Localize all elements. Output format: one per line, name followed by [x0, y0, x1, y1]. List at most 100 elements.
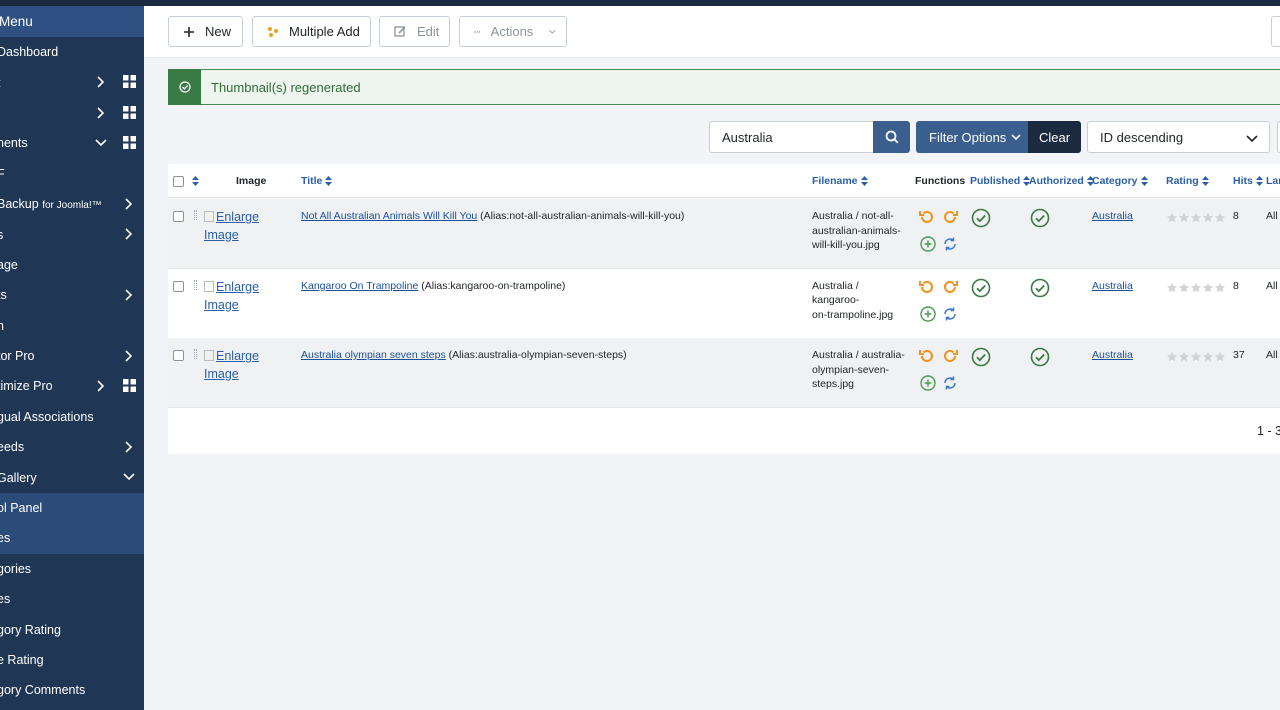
sidebar-item[interactable]: h — [0, 311, 144, 341]
sidebar-item[interactable]: Gallery — [0, 462, 144, 492]
regenerate-thumbnail-icon[interactable] — [941, 235, 959, 253]
regenerate-thumbnail-icon[interactable] — [941, 305, 959, 323]
chevron-right-icon[interactable] — [122, 288, 136, 302]
dashboard-grid-icon[interactable] — [123, 379, 136, 393]
authorized-check-icon[interactable] — [1030, 278, 1050, 298]
sidebar-item[interactable]: age — [0, 250, 144, 280]
sidebar-item[interactable]: gual Associations — [0, 402, 144, 432]
filename-line: Australia / not-all- — [812, 210, 894, 222]
image-title-link[interactable]: Not All Australian Animals Will Kill You — [301, 210, 477, 222]
ordering-sort-header[interactable] — [192, 164, 199, 198]
add-icon[interactable] — [919, 235, 937, 253]
dashboard-grid-icon[interactable] — [123, 136, 136, 150]
actions-button[interactable]: Actions — [459, 16, 567, 47]
search-button[interactable] — [873, 121, 910, 153]
authorized-check-icon[interactable] — [1030, 347, 1050, 367]
rotate-left-icon[interactable] — [918, 278, 936, 296]
sidebar-item[interactable]: es — [0, 584, 144, 614]
sidebar-item[interactable]: tor Pro — [0, 341, 144, 371]
chevron-down-icon[interactable] — [122, 470, 136, 484]
image-title-link[interactable]: Australia olympian seven steps — [301, 349, 446, 361]
drag-handle[interactable] — [194, 279, 197, 290]
chevron-down-icon[interactable] — [94, 136, 108, 150]
header-authorized[interactable]: Authorized — [1029, 164, 1094, 198]
rotate-left-icon[interactable] — [918, 208, 936, 226]
sidebar-menu-header[interactable]: Menu — [0, 6, 144, 37]
rotate-right-icon[interactable] — [941, 278, 959, 296]
sidebar-item[interactable]: eeds — [0, 432, 144, 462]
sidebar-item[interactable]: es — [0, 523, 144, 554]
sidebar-item-label: s — [0, 227, 4, 242]
row-checkbox[interactable] — [173, 280, 184, 292]
published-check-icon[interactable] — [971, 278, 991, 298]
sidebar-item[interactable]: Dashboard — [0, 37, 144, 67]
sidebar-item[interactable] — [0, 98, 144, 128]
enlarge-image-link[interactable]: Enlarge Image — [204, 278, 274, 314]
published-check-icon[interactable] — [971, 208, 991, 228]
star-icon — [1190, 282, 1202, 292]
sidebar-item[interactable]: ol Panel — [0, 492, 144, 524]
filename-line: olympian-seven- — [812, 363, 890, 376]
chevron-right-icon[interactable] — [94, 106, 108, 120]
chevron-right-icon[interactable] — [122, 349, 136, 363]
new-button[interactable]: New — [168, 16, 243, 47]
category-link[interactable]: Australia — [1092, 210, 1133, 222]
sidebar-item[interactable]: gory Rating — [0, 614, 144, 644]
enlarge-image-link[interactable]: Enlarge Image — [204, 208, 274, 244]
add-icon[interactable] — [919, 374, 937, 392]
chevron-right-icon[interactable] — [94, 379, 108, 393]
sidebar-item[interactable]: e Rating — [0, 645, 144, 675]
select-all-checkbox[interactable] — [173, 176, 184, 187]
header-published[interactable]: Published — [970, 164, 1031, 198]
edit-button[interactable]: Edit — [379, 16, 450, 47]
drag-handle[interactable] — [194, 210, 197, 220]
rating-stars — [1166, 351, 1226, 363]
rotate-right-icon[interactable] — [941, 208, 959, 226]
image-title-link[interactable]: Kangaroo On Trampoline — [301, 280, 418, 292]
sidebar-item[interactable]: Backup for Joomla!™ — [0, 189, 144, 219]
regenerate-thumbnail-icon[interactable] — [941, 374, 959, 392]
chevron-right-icon[interactable] — [122, 227, 136, 241]
dashboard-grid-icon[interactable] — [123, 75, 136, 89]
add-icon[interactable] — [919, 305, 937, 323]
sidebar-item-label: Backup for Joomla!™ — [0, 197, 102, 212]
header-filename[interactable]: Filename — [812, 164, 868, 198]
header-language[interactable]: Lan — [1266, 164, 1280, 198]
drag-handle[interactable] — [194, 349, 197, 359]
header-category[interactable]: Category — [1092, 164, 1148, 198]
sidebar-item[interactable]: gories — [0, 554, 144, 584]
sidebar-item[interactable]: F — [0, 159, 144, 189]
chevron-right-icon[interactable] — [122, 440, 136, 454]
enlarge-image-link[interactable]: Enlarge Image — [204, 347, 274, 383]
broken-image-icon — [204, 211, 214, 222]
sidebar-item-label: Gallery — [0, 470, 37, 485]
sidebar-item[interactable]: s — [0, 219, 144, 249]
chevron-right-icon[interactable] — [122, 197, 136, 211]
category-link[interactable]: Australia — [1092, 349, 1133, 361]
filter-options-button[interactable]: Filter Options — [916, 121, 1028, 153]
dashboard-grid-icon[interactable] — [123, 105, 136, 119]
sort-select-value: ID descending — [1100, 129, 1184, 145]
sidebar-item[interactable]: ts — [0, 280, 144, 310]
sidebar-item[interactable]: nents — [0, 128, 144, 158]
authorized-check-icon[interactable] — [1030, 208, 1050, 228]
new-button-label: New — [205, 24, 232, 39]
published-check-icon[interactable] — [971, 347, 991, 367]
row-checkbox[interactable] — [173, 211, 184, 222]
header-title[interactable]: Title — [301, 164, 333, 198]
rotate-right-icon[interactable] — [941, 347, 959, 365]
sidebar-item[interactable]: t — [0, 67, 144, 97]
category-link[interactable]: Australia — [1092, 280, 1133, 292]
sidebar-item[interactable]: timize Pro — [0, 371, 144, 401]
options-button[interactable] — [1271, 16, 1280, 47]
rotate-left-icon[interactable] — [918, 347, 936, 365]
sort-select[interactable]: ID descending — [1087, 121, 1270, 153]
sidebar-item[interactable]: gory Comments — [0, 675, 144, 705]
header-rating[interactable]: Rating — [1166, 164, 1209, 198]
clear-button[interactable]: Clear — [1028, 121, 1081, 153]
multiple-add-button[interactable]: Multiple Add — [252, 16, 371, 47]
chevron-right-icon[interactable] — [94, 75, 108, 89]
search-input[interactable]: Australia — [709, 121, 873, 153]
header-hits[interactable]: Hits — [1233, 164, 1263, 198]
row-checkbox[interactable] — [173, 350, 184, 361]
